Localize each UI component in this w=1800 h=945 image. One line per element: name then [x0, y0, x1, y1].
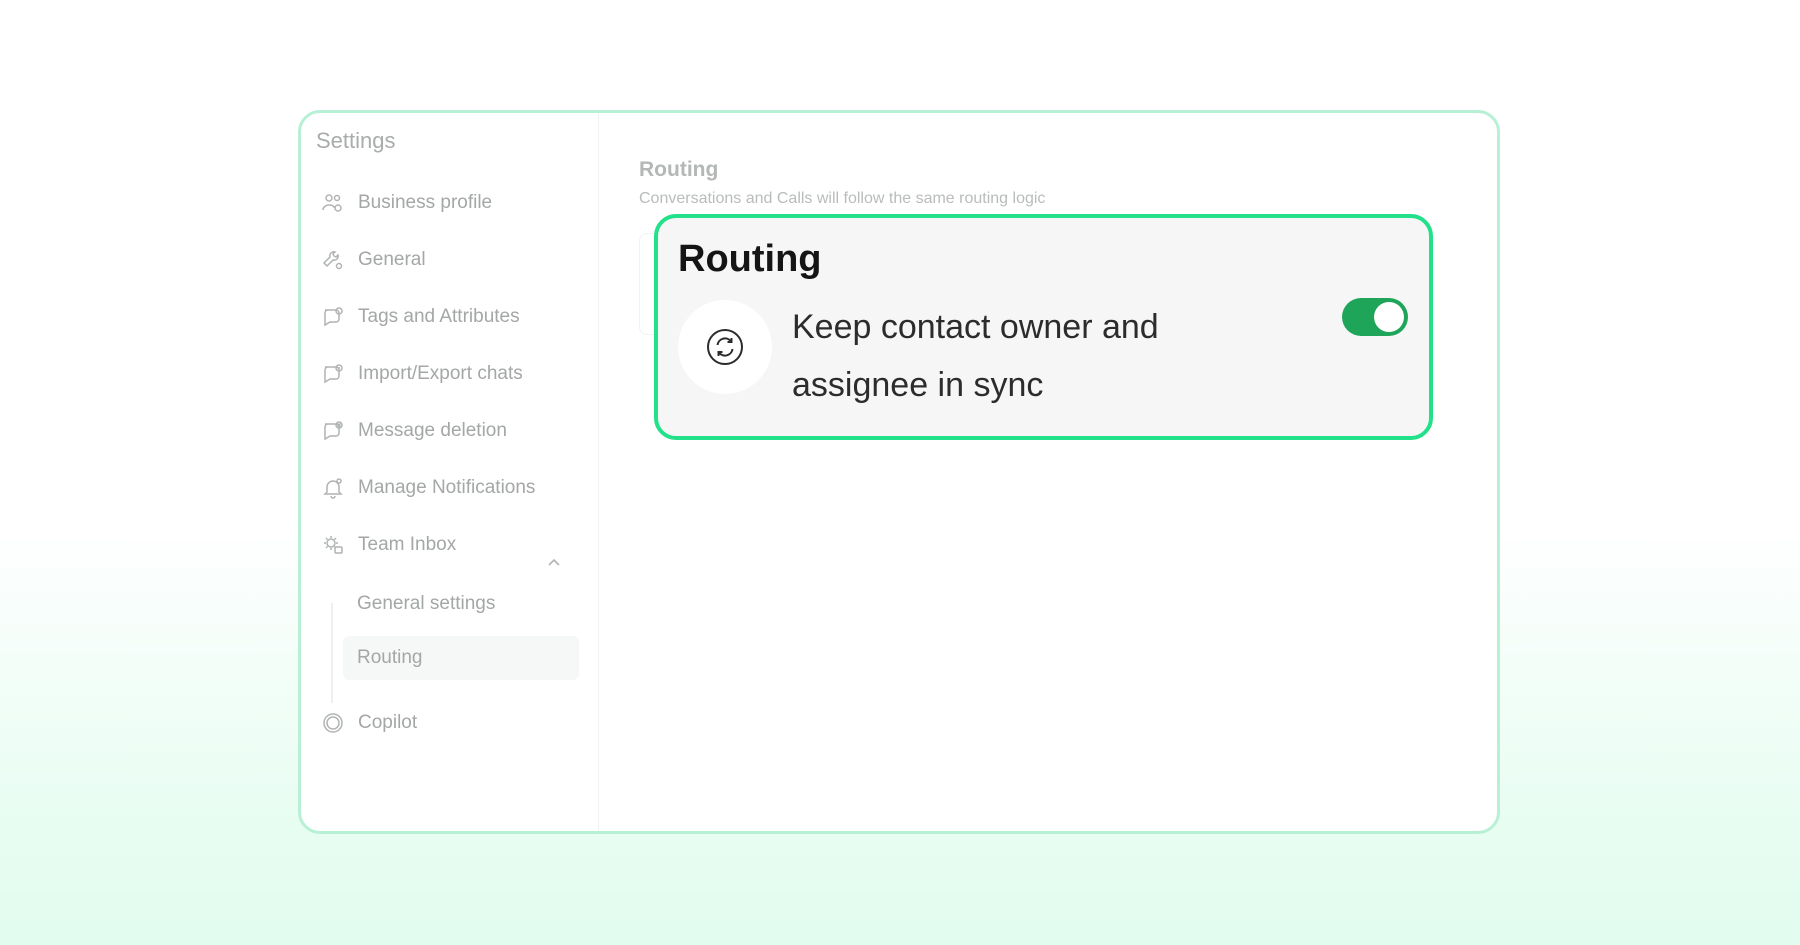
settings-sidebar: Settings Business profile General Tags a… [301, 113, 599, 831]
main-subheading: Conversations and Calls will follow the … [639, 190, 1046, 207]
sync-icon [707, 329, 743, 365]
callout-title: Routing [678, 238, 822, 280]
sidebar-subitem-routing[interactable]: Routing [343, 636, 579, 680]
sync-icon-container [678, 300, 772, 394]
copilot-icon [321, 711, 345, 735]
users-gear-icon [321, 191, 345, 215]
sidebar-item-label: Manage Notifications [358, 477, 536, 498]
sidebar-item-label: Copilot [358, 712, 418, 733]
sidebar-item-copilot[interactable]: Copilot [321, 705, 417, 741]
chevron-up-icon[interactable] [547, 556, 561, 570]
sidebar-subitem-general-settings[interactable]: General settings [343, 582, 495, 626]
main-heading: Routing [639, 158, 719, 181]
sidebar-item-general[interactable]: General [321, 242, 426, 278]
chat-delete-icon [321, 419, 345, 443]
sidebar-item-label: Business profile [358, 192, 493, 213]
toggle-knob [1374, 302, 1404, 332]
sidebar-item-team-inbox[interactable]: Team Inbox [321, 527, 456, 563]
bell-icon [321, 476, 345, 500]
sidebar-item-label: Team Inbox [358, 534, 457, 555]
sidebar-item-label: Import/Export chats [358, 363, 523, 384]
sidebar-item-business-profile[interactable]: Business profile [321, 185, 492, 221]
chat-transfer-icon [321, 362, 345, 386]
routing-sync-toggle[interactable] [1342, 298, 1408, 336]
routing-callout: Routing Keep contact owner and assignee … [654, 214, 1433, 440]
sidebar-item-message-deletion[interactable]: Message deletion [321, 413, 507, 449]
sidebar-item-label: Message deletion [358, 420, 507, 441]
submenu-line [331, 603, 333, 703]
sidebar-item-tags-and-attributes[interactable]: Tags and Attributes [321, 299, 520, 335]
sidebar-item-label: Tags and Attributes [358, 306, 520, 327]
chat-tag-icon [321, 305, 345, 329]
wrench-gear-icon [321, 248, 345, 272]
team-inbox-icon [321, 533, 345, 557]
settings-title: Settings [316, 128, 396, 153]
callout-description: Keep contact owner and assignee in sync [792, 308, 1159, 404]
sidebar-item-manage-notifications[interactable]: Manage Notifications [321, 470, 535, 506]
sidebar-item-import-export-chats[interactable]: Import/Export chats [321, 356, 523, 392]
sidebar-item-label: General [358, 249, 426, 270]
